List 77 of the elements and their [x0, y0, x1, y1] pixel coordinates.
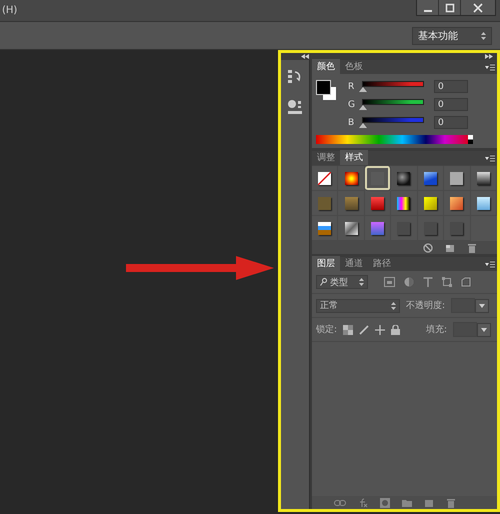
brush-icon[interactable] — [359, 324, 370, 334]
smart-object-filter-icon[interactable] — [461, 277, 471, 287]
lock-label: 锁定: — [316, 324, 338, 336]
style-swatch[interactable] — [364, 191, 392, 216]
fill-field[interactable] — [453, 322, 478, 337]
channel-slider[interactable] — [362, 80, 424, 92]
channel-slider[interactable] — [362, 98, 424, 110]
panel-tab[interactable]: 颜色 — [312, 59, 340, 74]
up-down-arrows-icon — [391, 302, 396, 310]
panel-tab[interactable]: 色板 — [340, 59, 368, 74]
style-swatch[interactable] — [312, 191, 338, 216]
style-swatch[interactable] — [470, 166, 497, 191]
style-swatch[interactable] — [418, 166, 444, 191]
adjustment-filter-icon[interactable] — [404, 277, 414, 287]
opacity-label: 不透明度: — [406, 300, 446, 312]
style-swatch[interactable] — [470, 191, 497, 216]
panel-tab[interactable]: 样式 — [340, 150, 368, 165]
style-swatch[interactable] — [418, 191, 444, 216]
style-swatch[interactable] — [391, 191, 418, 216]
style-swatch[interactable] — [338, 166, 365, 191]
maximize-icon — [444, 2, 454, 12]
clear-style-icon[interactable] — [423, 242, 433, 252]
menu-item[interactable]: (H) — [0, 0, 20, 21]
style-swatch[interactable] — [444, 166, 471, 191]
style-swatch[interactable] — [444, 191, 471, 216]
text-filter-icon[interactable] — [423, 277, 433, 287]
caret-icon — [479, 304, 486, 308]
channel-slider[interactable] — [362, 116, 424, 128]
filter-dropdown[interactable]: 类型 — [316, 275, 368, 289]
mask-icon[interactable] — [380, 498, 390, 508]
image-filter-icon[interactable] — [384, 277, 395, 287]
search-icon — [320, 278, 327, 286]
channel-label: R — [348, 82, 356, 92]
properties-icon[interactable] — [286, 98, 304, 116]
panel-tab[interactable]: 通道 — [340, 256, 368, 271]
folder-icon[interactable] — [402, 498, 412, 508]
fill-dropdown[interactable] — [477, 322, 492, 336]
channel-value-field[interactable]: 0 — [434, 98, 468, 111]
panel-menu-icon[interactable] — [485, 155, 495, 162]
trash-icon[interactable] — [446, 498, 456, 508]
new-layer-icon[interactable] — [424, 498, 434, 508]
opacity-dropdown[interactable] — [475, 298, 490, 312]
maximize-button[interactable] — [439, 0, 461, 15]
lock-icon[interactable] — [391, 324, 400, 334]
caret-icon — [481, 328, 488, 332]
style-swatch[interactable] — [312, 166, 338, 191]
blend-mode-dropdown[interactable]: 正常 — [316, 298, 400, 312]
channel-label: B — [348, 118, 356, 128]
panel-tab[interactable]: 路径 — [368, 256, 396, 271]
workspace-dropdown[interactable]: 基本功能 — [412, 26, 492, 44]
color-swatches-icon[interactable] — [316, 80, 338, 102]
style-swatch[interactable] — [391, 166, 418, 191]
close-button[interactable] — [461, 0, 495, 15]
trash-icon[interactable] — [467, 242, 477, 252]
channel-label: G — [348, 100, 356, 110]
channel-value-field[interactable]: 0 — [434, 116, 468, 129]
panel-menu-icon[interactable] — [485, 64, 495, 71]
minimize-icon — [424, 10, 432, 12]
close-icon — [473, 2, 483, 12]
opacity-field[interactable] — [451, 298, 476, 313]
minimize-button[interactable] — [417, 0, 439, 15]
new-style-icon[interactable] — [445, 242, 455, 252]
shape-filter-icon[interactable] — [442, 277, 452, 287]
color-spectrum[interactable] — [316, 135, 473, 144]
channel-value-field[interactable]: 0 — [434, 80, 468, 93]
panel-menu-icon[interactable] — [485, 261, 495, 268]
up-down-arrows-icon — [481, 32, 486, 40]
style-swatch[interactable] — [338, 191, 365, 216]
style-swatch[interactable] — [364, 166, 392, 191]
lock-transparency-icon[interactable] — [343, 324, 354, 334]
panel-tab[interactable]: 调整 — [312, 150, 340, 165]
fill-label: 填充: — [426, 324, 448, 336]
panel-tab[interactable]: 图层 — [312, 256, 340, 271]
move-icon[interactable] — [375, 324, 386, 334]
link-icon[interactable] — [334, 498, 346, 506]
up-down-arrows-icon — [359, 278, 364, 286]
fx-icon[interactable] — [358, 498, 368, 508]
